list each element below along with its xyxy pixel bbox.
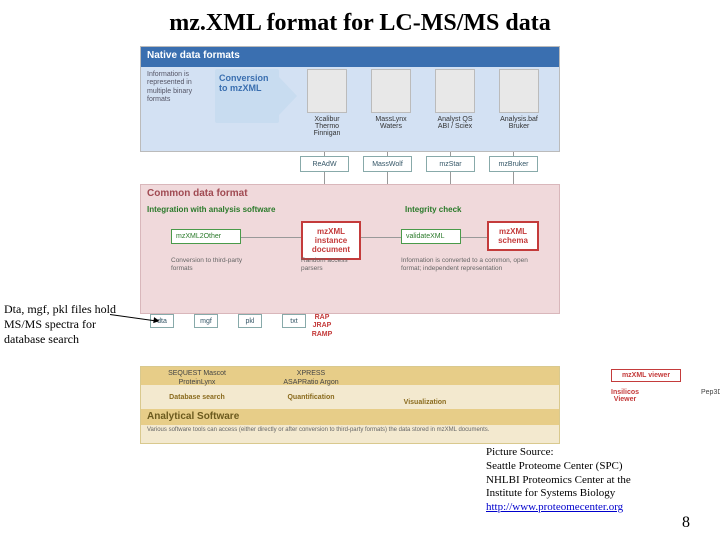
instrument-icon [371, 69, 411, 113]
callout-note: Dta, mgf, pkl files hold MS/MS spectra f… [4, 302, 124, 347]
tool-list: SEQUEST Mascot ProteinLynx [145, 367, 249, 388]
schema-box: mzXML schema [487, 221, 539, 251]
conversion-label: Conversion to mzXML [215, 69, 279, 97]
category-label: Database search [145, 394, 249, 401]
picture-source: Picture Source: Seattle Proteome Center … [486, 446, 702, 515]
note-parsers: Random access parsers [301, 257, 371, 273]
file-format: mgf [194, 314, 218, 328]
instance-box: mzXML instance document [301, 221, 361, 260]
slide-title: mz.XML format for LC-MS/MS data [0, 0, 720, 41]
native-blurb: Information is represented in multiple b… [147, 71, 207, 105]
source-link[interactable]: http://www.proteomecenter.org [486, 501, 623, 513]
instrument-vendor: Thermo Finnigan [301, 123, 353, 137]
instrument-name: Analysis.baf [493, 116, 545, 123]
instrument-item: Analysis.bafBruker [493, 69, 545, 137]
instrument-item: MassLynxWaters [365, 69, 417, 137]
parser-stack: RAP JRAP RAMP [298, 314, 346, 339]
mzxml-diagram: Native data formats Information is repre… [140, 46, 560, 446]
conversion-arrow: Conversion to mzXML [215, 69, 279, 123]
source-line: NHLBI Proteomics Center at the [486, 474, 702, 488]
insilicos-label: Insilicos Viewer [611, 389, 639, 403]
converter-row: ReAdW MassWolf mzStar mzBruker [300, 156, 538, 172]
native-header: Native data formats [141, 47, 559, 64]
integration-label: Integration with analysis software [147, 205, 275, 214]
source-line: Institute for Systems Biology [486, 487, 702, 501]
instrument-name: Analyst QS [429, 116, 481, 123]
source-line: Picture Source: [486, 446, 702, 460]
tool-list: XPRESS ASAPRatio Argon [259, 367, 363, 388]
converter-box: mzStar [426, 156, 475, 172]
software-band: SEQUEST Mascot ProteinLynx Database sear… [140, 366, 560, 444]
instrument-item: XcaliburThermo Finnigan [301, 69, 353, 137]
page-number: 8 [682, 514, 690, 532]
instrument-vendor: Bruker [493, 123, 545, 130]
instrument-icon [499, 69, 539, 113]
instrument-name: MassLynx [365, 116, 417, 123]
software-header: Analytical Software [141, 409, 559, 425]
converter-box: mzBruker [489, 156, 538, 172]
common-band: Common data format Integration with anal… [140, 184, 560, 314]
native-band: Native data formats Information is repre… [140, 46, 560, 152]
note-open-format: Information is converted to a common, op… [401, 257, 541, 273]
converter-box: ReAdW [300, 156, 349, 172]
category-label: Quantification [259, 394, 363, 401]
instrument-row: XcaliburThermo Finnigan MassLynxWaters A… [301, 69, 545, 137]
instrument-name: Xcalibur [301, 116, 353, 123]
integrity-label: Integrity check [405, 205, 461, 214]
mzxml-viewer-box: mzXML viewer [611, 369, 681, 382]
instrument-vendor: ABI / Sciex [429, 123, 481, 130]
file-format: pkl [238, 314, 262, 328]
pep3d-label: Pep3D [701, 389, 720, 396]
software-footer: Various software tools can access (eithe… [147, 427, 489, 433]
instrument-vendor: Waters [365, 123, 417, 130]
mzxml2other-box: mzXML2Other [171, 229, 241, 244]
converter-box: MassWolf [363, 156, 412, 172]
note-conversion: Conversion to third-party formats [171, 257, 259, 273]
category-label: Visualization [373, 399, 477, 406]
instrument-icon [307, 69, 347, 113]
validate-box: validateXML [401, 229, 461, 244]
instrument-icon [435, 69, 475, 113]
instrument-item: Analyst QSABI / Sciex [429, 69, 481, 137]
common-header: Common data format [141, 185, 559, 202]
file-format-row: dta mgf pkl txt [150, 314, 306, 328]
source-line: Seattle Proteome Center (SPC) [486, 460, 702, 474]
